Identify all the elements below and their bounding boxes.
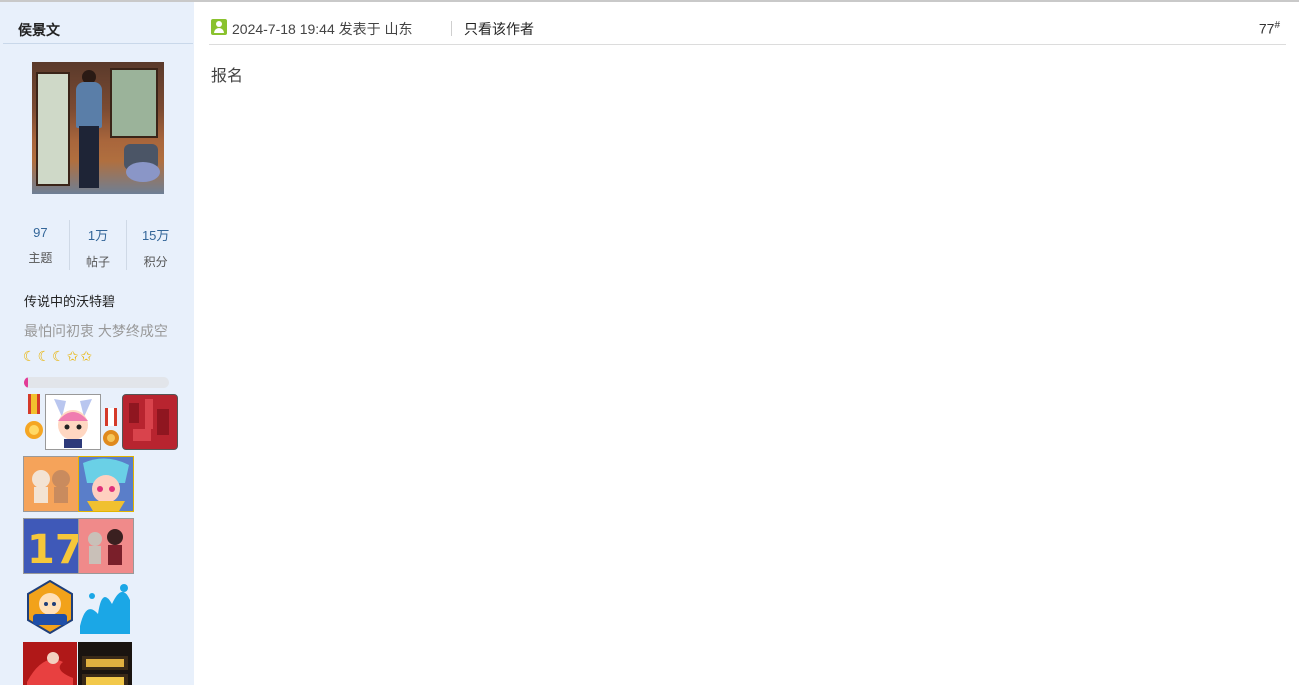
post-meta: 2024-7-18 19:44 发表于 山东 [232,21,413,37]
medal-orange-icon[interactable] [100,394,122,448]
star-icon: ✩ [80,348,93,364]
medal-aidou-icon[interactable] [23,580,77,634]
stat-credits-value[interactable]: 15万 [127,225,184,244]
user-icon [211,19,227,35]
medal-conqueror-icon[interactable] [78,642,132,685]
medal-cats-icon[interactable] [23,456,79,512]
medal-red-pattern-icon[interactable] [122,394,178,450]
separator [451,21,452,36]
author-sidebar: 侯景文 97 主题 1万 帖子 15万 积分 传说中的沃特碧 最怕问初衷 大梦终… [0,2,194,685]
stat-credits-label: 积分 [143,255,168,269]
medal-hero-icon[interactable] [78,456,134,512]
stat-posts-label: 帖子 [86,255,111,269]
author-avatar[interactable] [32,62,164,194]
medal-anime-girl-icon[interactable] [45,394,101,450]
post-header: 2024-7-18 19:44 发表于 山东 只看该作者 77# [209,14,1286,45]
level-progress-bar [24,377,169,388]
floor-number[interactable]: 77# [1259,20,1280,37]
custom-title: 最怕问初衷 大梦终成空 [24,323,168,339]
avatar-window-right [110,68,158,138]
stat-topics: 97 主题 [12,220,69,270]
medal-water-splash-icon[interactable] [78,580,132,634]
divider [3,43,193,44]
top-border [0,0,1299,2]
rank-icons: ☾ ☾ ☾ ✩ ✩ [23,348,92,364]
only-author-link[interactable]: 只看该作者 [464,19,534,39]
medal-17-icon[interactable]: 17 [23,518,79,574]
medal-figures-icon[interactable] [78,518,134,574]
medal-sun-icon[interactable] [23,394,45,448]
author-name-link[interactable]: 侯景文 [18,20,60,40]
moon-icon: ☾ [52,348,65,364]
medal-red-warrior-icon[interactable] [23,642,77,685]
post-content: 报名 [211,68,244,85]
svg-text:17: 17 [27,527,78,573]
user-group-link[interactable]: 传说中的沃特碧 [24,291,115,310]
stat-posts: 1万 帖子 [68,220,127,270]
stat-topics-label: 主题 [28,251,53,265]
moon-icon: ☾ [23,348,36,364]
avatar-person [76,70,102,188]
floor-value: 77 [1258,20,1275,37]
level-progress-fill [24,377,29,388]
moon-icon: ☾ [37,348,51,364]
star-icon: ✩ [66,348,79,364]
stat-topics-value[interactable]: 97 [12,225,69,240]
author-stats: 97 主题 1万 帖子 15万 积分 [12,220,184,270]
avatar-window-left [36,72,70,186]
avatar-cushion [126,162,160,182]
stat-posts-value[interactable]: 1万 [70,225,127,244]
stat-credits: 15万 积分 [126,220,184,270]
floor-mark: # [1274,20,1280,31]
